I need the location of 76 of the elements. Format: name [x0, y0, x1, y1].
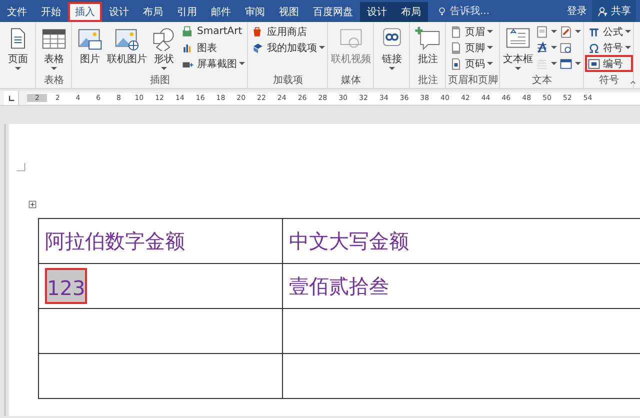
- wordart-icon: [535, 40, 549, 54]
- ribbon-button[interactable]: 表格: [38, 24, 70, 71]
- ribbon-button[interactable]: 公式: [586, 24, 632, 39]
- table-move-icon: [28, 200, 37, 209]
- ribbon-button[interactable]: 图表: [180, 40, 246, 55]
- menu-tab[interactable]: 布局: [394, 2, 428, 22]
- caret-icon: [487, 46, 493, 49]
- ribbon-button[interactable]: [558, 56, 582, 71]
- ribbon-button[interactable]: 页眉: [448, 24, 494, 39]
- lightbulb-icon: [438, 6, 446, 16]
- menu-tab[interactable]: 开始: [34, 2, 68, 22]
- caret-icon: [487, 30, 493, 33]
- menu-tab[interactable]: 设计: [360, 2, 394, 22]
- menu-tab[interactable]: 布局: [136, 2, 170, 22]
- group-label: 页眉和页脚: [448, 75, 498, 88]
- ribbon-button[interactable]: 我的加载项: [250, 40, 326, 55]
- group-label: 媒体: [340, 75, 362, 88]
- menu-tab[interactable]: 视图: [272, 2, 306, 22]
- ribbon-button[interactable]: [534, 24, 558, 39]
- ribbon-button[interactable]: 页码: [448, 56, 494, 71]
- caret-icon: [161, 67, 167, 70]
- menu-tab[interactable]: 邮件: [204, 2, 238, 22]
- tell-me-field[interactable]: 告诉我...: [434, 0, 494, 22]
- group-label: 插图: [149, 75, 171, 88]
- caret-icon: [515, 67, 521, 70]
- caret-icon: [15, 67, 21, 70]
- menu-tab[interactable]: 百度网盘: [306, 2, 360, 22]
- caret-icon: [551, 62, 557, 65]
- caret-icon: [389, 67, 395, 70]
- collapse-icon: [629, 80, 637, 85]
- group-label: 表格: [43, 75, 65, 88]
- footer-icon: [449, 40, 463, 54]
- group-label: 批注: [417, 75, 439, 88]
- table-text: 中文大写金额: [289, 228, 409, 252]
- ribbon-button[interactable]: 文本框: [502, 24, 534, 71]
- ribbon-button[interactable]: [558, 24, 582, 39]
- table-text: 壹佰贰拾叁: [289, 274, 389, 298]
- menu-tab[interactable]: 审阅: [238, 2, 272, 22]
- group-label: 加载项: [272, 75, 304, 88]
- ribbon-button[interactable]: 链接: [376, 24, 408, 71]
- ribbon-button[interactable]: 应用商店: [250, 24, 326, 39]
- menu-tab[interactable]: 插入: [68, 2, 102, 22]
- selected-text: 123: [45, 268, 88, 304]
- ribbon-button[interactable]: SmartArt: [180, 24, 246, 39]
- ribbon-button[interactable]: 联机图片: [106, 24, 148, 67]
- header-icon: [449, 24, 463, 38]
- caret-icon: [239, 62, 245, 65]
- caret-icon: [51, 67, 57, 70]
- ribbon-button[interactable]: 页面: [2, 24, 34, 71]
- caret-icon: [575, 30, 581, 33]
- menu-tab[interactable]: 引用: [170, 2, 204, 22]
- group-label: 文本: [531, 75, 553, 88]
- caret-icon: [487, 62, 493, 65]
- share-button[interactable]: 共享: [592, 0, 636, 22]
- tab-stop-icon: [8, 94, 14, 102]
- ribbon-button[interactable]: 页脚: [448, 40, 494, 55]
- caret-icon: [625, 46, 631, 49]
- caret-icon: [625, 30, 631, 33]
- ribbon-button[interactable]: 屏幕截图: [180, 56, 246, 71]
- caret-icon: [551, 46, 557, 49]
- ribbon-button[interactable]: 编号: [586, 56, 632, 71]
- ribbon-button[interactable]: 图片: [74, 24, 106, 67]
- page-number-icon: [449, 56, 463, 70]
- table-text: 阿拉伯数字金额: [45, 228, 185, 252]
- ribbon-button[interactable]: 符号: [586, 40, 632, 55]
- caret-icon: [551, 30, 557, 33]
- ribbon-button[interactable]: 批注: [412, 24, 444, 67]
- caret-icon: [319, 46, 325, 49]
- crop-mark-icon: [16, 162, 26, 172]
- menu-tab[interactable]: 文件: [0, 2, 34, 22]
- group-label: 符号: [598, 75, 620, 88]
- ribbon-button[interactable]: 形状: [148, 24, 180, 71]
- caret-icon: [575, 62, 581, 65]
- sign-in-link[interactable]: 登录: [562, 0, 592, 22]
- person-icon: [597, 6, 608, 16]
- menu-tab[interactable]: 设计: [102, 2, 136, 22]
